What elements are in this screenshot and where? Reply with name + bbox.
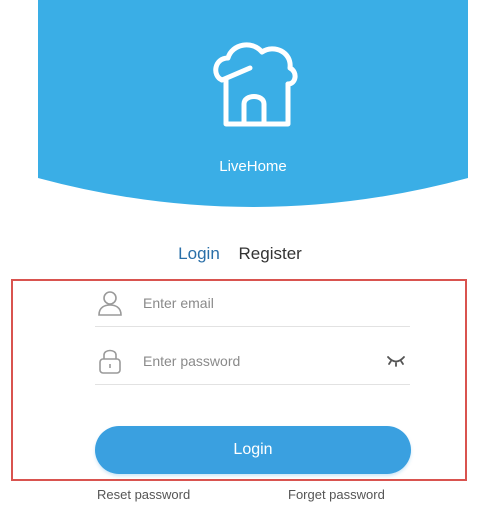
eye-closed-icon[interactable] [386, 354, 406, 368]
auth-tabs: Login Register [0, 244, 480, 264]
email-input[interactable] [143, 290, 373, 316]
email-field-row [95, 282, 410, 327]
app-name: LiveHome [219, 158, 287, 175]
password-input[interactable] [143, 348, 373, 374]
login-screen: LiveHome Login Register Enter email Logi… [0, 0, 480, 507]
tab-register[interactable]: Register [239, 244, 302, 264]
cloud-house-icon [213, 42, 298, 127]
login-button[interactable]: Login [95, 426, 411, 474]
forget-password-link[interactable]: Forget password [288, 487, 385, 502]
header-banner: LiveHome [38, 0, 468, 212]
user-icon [98, 291, 122, 316]
lock-icon [99, 349, 121, 374]
tab-login[interactable]: Login [178, 244, 220, 264]
reset-password-link[interactable]: Reset password [97, 487, 190, 502]
password-field-row [95, 340, 410, 385]
